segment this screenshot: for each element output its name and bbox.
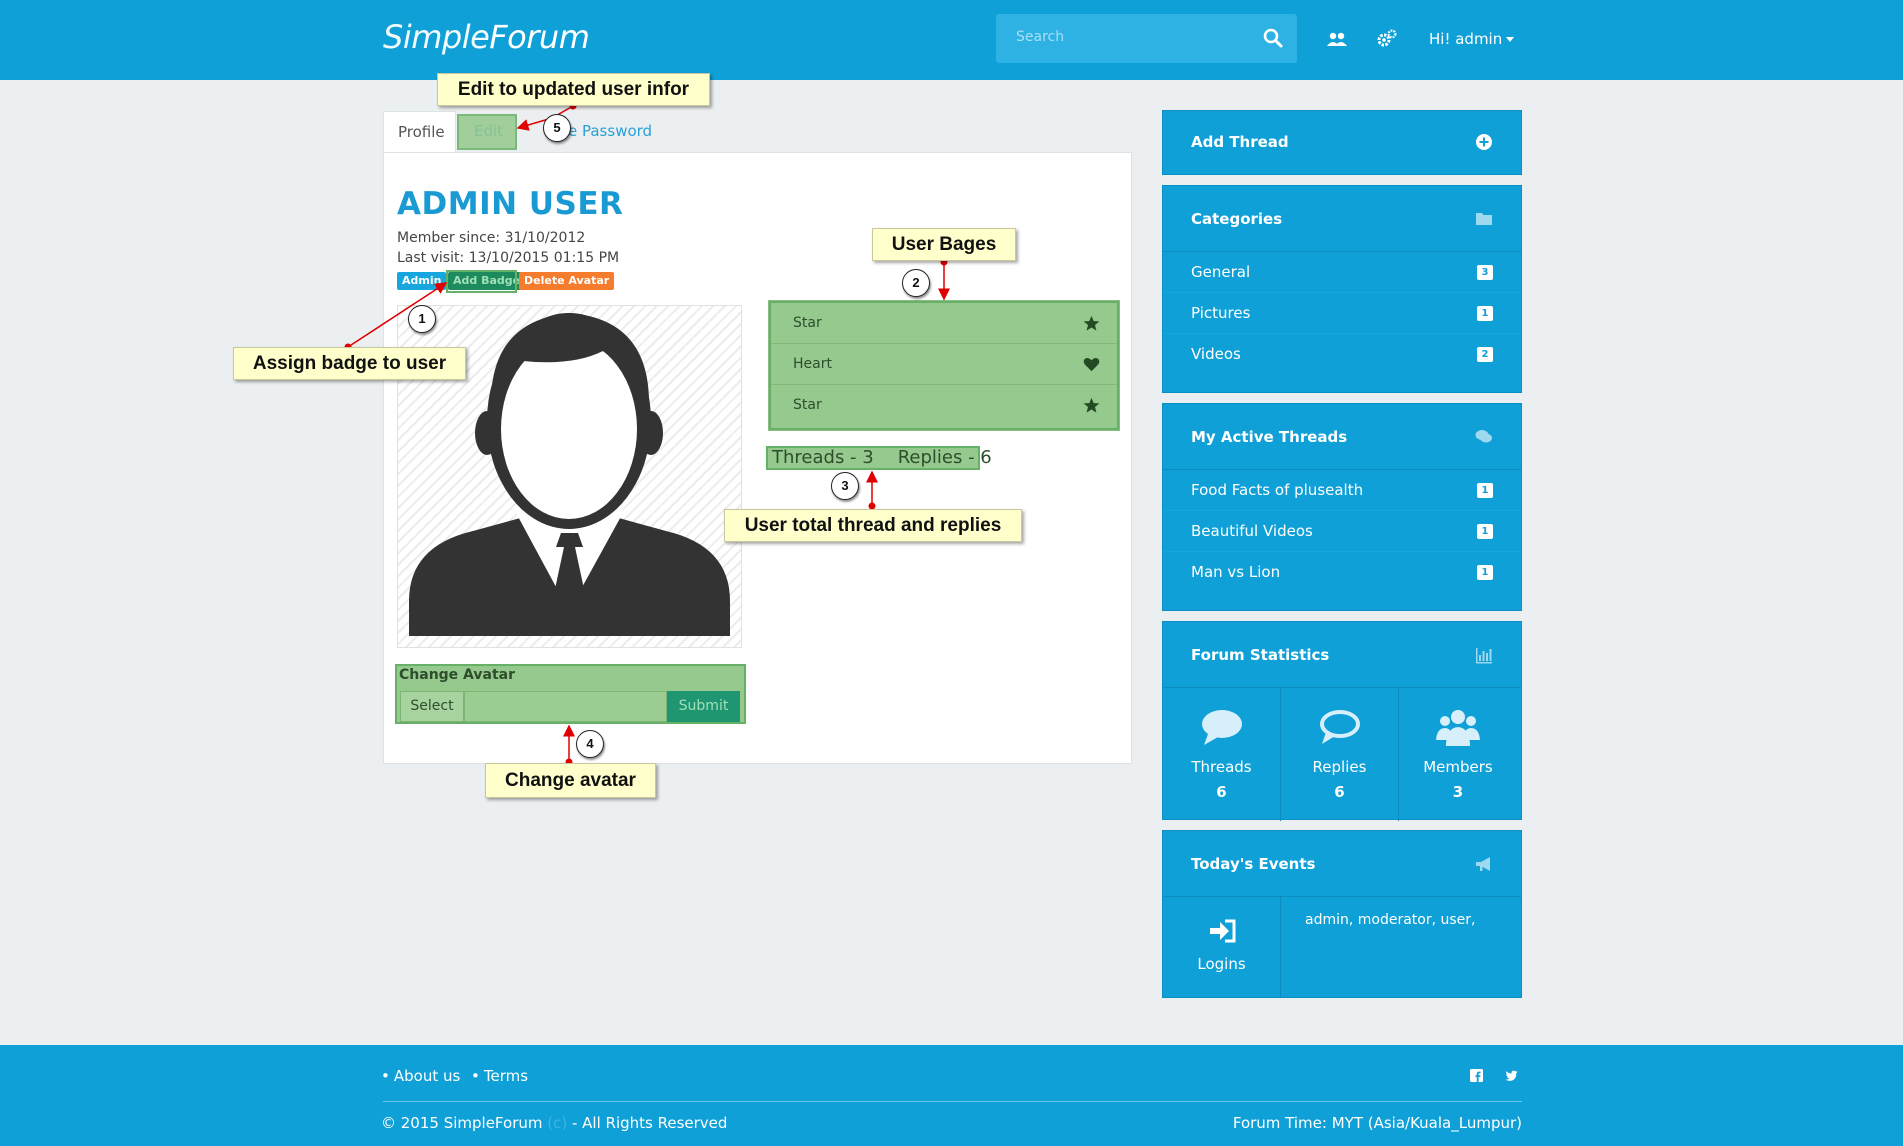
copyright: © 2015 SimpleForum (c) - All Rights Rese… [381,1114,728,1132]
category-item[interactable]: General 3 [1163,252,1521,293]
todays-events-card: Today's Events Logins admin, moderator, … [1162,830,1522,998]
replies-count: Replies - 6 [897,447,992,468]
facebook-icon[interactable] [1470,1069,1483,1082]
search-input[interactable]: Search [1016,29,1064,45]
stat-replies: Replies 6 [1281,688,1399,821]
active-thread-item[interactable]: Food Facts of plusealth 1 [1163,470,1521,511]
bar-chart-icon [1476,648,1492,664]
last-visit: Last visit: 13/10/2015 01:15 PM [397,250,620,266]
brand-logo[interactable]: SimpleForum [383,18,590,56]
active-thread-item[interactable]: Man vs Lion 1 [1163,552,1521,593]
callout-badges: User Bages [872,228,1016,261]
search-box[interactable]: Search [996,14,1297,63]
step-marker: 4 [576,730,604,758]
select-file-button[interactable]: Select [400,691,464,722]
active-threads-card: My Active Threads Food Facts of plusealt… [1162,403,1522,611]
delete-avatar-button[interactable]: Delete Avatar [519,272,615,290]
callout-totals: User total thread and replies [724,509,1022,542]
user-post-counts: Threads - 3 Replies - 6 [766,446,992,470]
categories-header: Categories [1163,186,1521,252]
tab-edit[interactable]: Edit [458,111,520,154]
heart-icon [1083,357,1100,372]
change-avatar-title: Change Avatar [399,667,515,683]
terms-link[interactable]: Terms [471,1067,528,1085]
stat-members: Members 3 [1399,688,1517,821]
step-marker: 5 [543,114,571,142]
admin-label: Admin [397,272,447,290]
footer: About us Terms © 2015 SimpleForum (c) - … [0,1045,1903,1146]
profile-tabs: Profile Edit e Password [383,111,1132,154]
user-menu[interactable]: Hi! admin [1429,30,1515,48]
add-thread-card[interactable]: Add Thread [1162,110,1522,175]
plus-circle-icon [1476,134,1492,150]
event-users: admin, moderator, user, [1305,912,1476,928]
forum-statistics-card: Forum Statistics Threads 6 Replies 6 Mem… [1162,621,1522,821]
count-badge: 1 [1477,306,1493,321]
step-marker: 3 [831,472,859,500]
count-badge: 1 [1477,524,1493,539]
star-icon [1083,397,1100,413]
forum-statistics-header: Forum Statistics [1163,622,1521,688]
sign-in-icon [1210,919,1236,943]
count-badge: 1 [1477,565,1493,580]
twitter-icon[interactable] [1505,1069,1518,1082]
category-item[interactable]: Videos 2 [1163,334,1521,375]
count-badge: 3 [1477,265,1493,280]
active-threads-header: My Active Threads [1163,404,1521,470]
callout-edit: Edit to updated user infor [437,73,710,106]
forum-time: Forum Time: MYT (Asia/Kuala_Lumpur) [1232,1114,1522,1132]
add-badge-button[interactable]: Add Badge [448,272,526,290]
profile-username: ADMIN USER [397,186,624,222]
logins-cell: Logins [1163,897,1281,998]
folder-icon [1476,213,1492,225]
caret-down-icon [1506,37,1515,42]
footer-divider [383,1101,1522,1102]
gears-icon[interactable] [1376,28,1398,50]
callout-assign-badge: Assign badge to user [233,347,466,380]
active-thread-item[interactable]: Beautiful Videos 1 [1163,511,1521,552]
tab-change-password[interactable]: e Password [568,111,652,154]
file-path-input[interactable] [464,691,667,722]
bullhorn-icon [1476,857,1490,871]
stat-threads: Threads 6 [1163,688,1281,821]
events-body: Logins admin, moderator, user, [1163,897,1521,998]
stats-grid: Threads 6 Replies 6 Members 3 [1163,688,1521,821]
todays-events-header: Today's Events [1163,831,1521,897]
category-item[interactable]: Pictures 1 [1163,293,1521,334]
badge-item: Heart [771,344,1117,385]
step-marker: 1 [408,305,436,333]
add-thread-button[interactable]: Add Thread [1163,111,1521,174]
about-link[interactable]: About us [381,1067,460,1085]
step-marker: 2 [902,269,930,297]
badge-item: Star [771,303,1117,344]
threads-count: Threads - 3 [772,447,874,468]
submit-button[interactable]: Submit [667,691,740,722]
search-icon[interactable] [1263,28,1283,48]
change-avatar-form: Change Avatar Select Submit [395,664,746,724]
callout-change-avatar: Change avatar [485,763,656,798]
member-since: Member since: 31/10/2012 [397,230,586,246]
users-icon[interactable] [1326,28,1348,50]
top-navbar: SimpleForum Search Hi! admin [0,0,1903,80]
comments-icon [1475,430,1492,443]
categories-card: Categories General 3 Pictures 1 Videos 2 [1162,185,1522,393]
comment-icon [1202,710,1242,745]
count-badge: 2 [1477,347,1493,362]
users-icon [1436,710,1480,746]
logins-label: Logins [1197,955,1246,973]
comment-outline-icon [1320,710,1360,744]
user-badges-list: Star Heart Star [769,301,1119,430]
count-badge: 1 [1477,483,1493,498]
badge-item: Star [771,385,1117,426]
tab-profile[interactable]: Profile [383,111,456,154]
star-icon [1083,315,1100,331]
